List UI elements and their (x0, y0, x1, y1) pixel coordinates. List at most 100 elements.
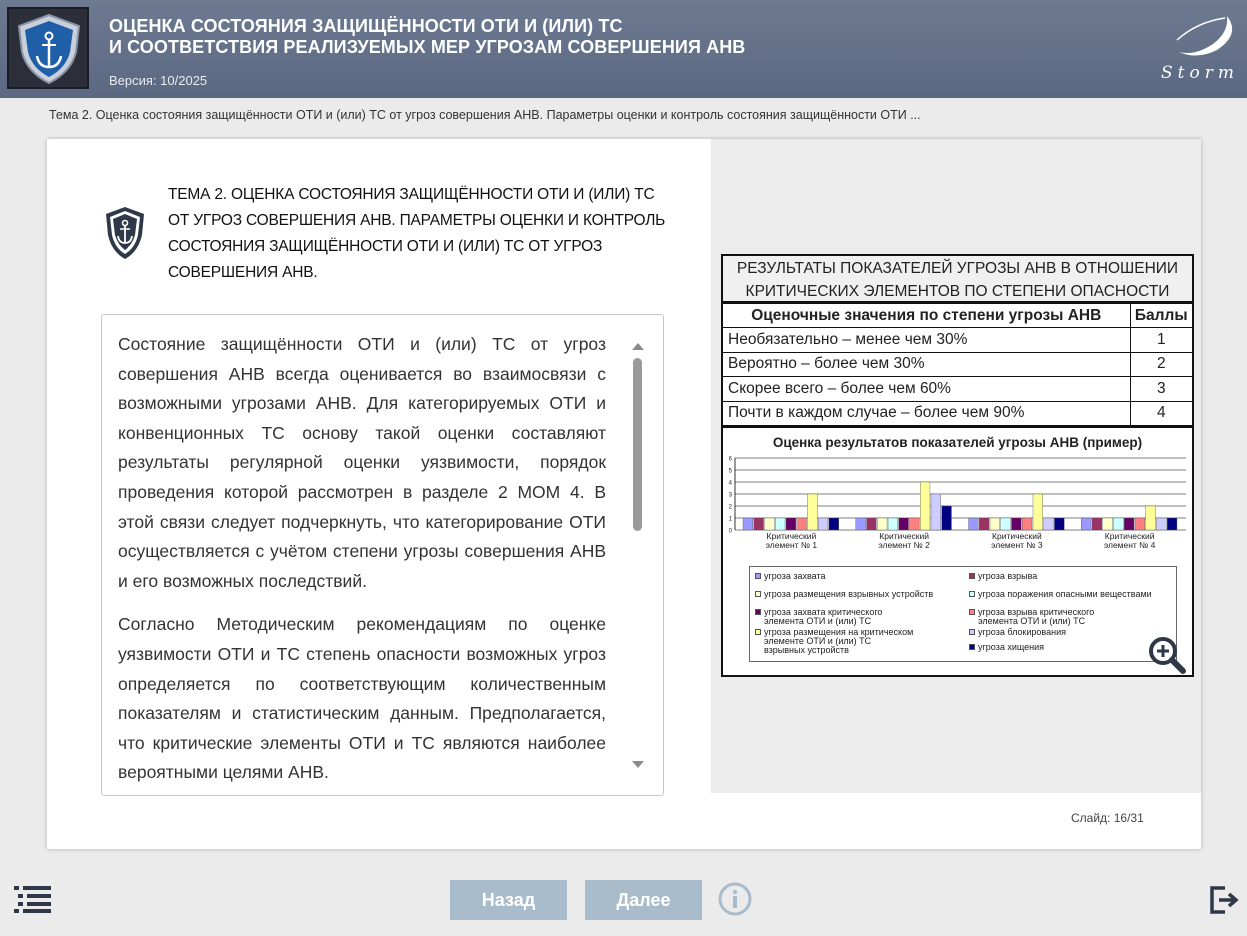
bar (796, 517, 807, 531)
legend-swatch (755, 628, 761, 635)
anchor-shield-icon (17, 13, 81, 85)
legend-swatch (755, 608, 761, 615)
course-title-line1: ОЦЕНКА СОСТОЯНИЯ ЗАЩИЩЁННОСТИ ОТИ И (ИЛИ… (109, 16, 623, 36)
bar (742, 517, 753, 531)
legend-label: угроза поражения опасными веществами (978, 588, 1152, 599)
bar (1043, 517, 1054, 531)
bar (941, 505, 952, 531)
bar (930, 493, 941, 531)
legend-swatch (969, 572, 975, 579)
bar (1134, 517, 1145, 531)
results-title: РЕЗУЛЬТАТЫ ПОКАЗАТЕЛЕЙ УГРОЗЫ АНВ В ОТНО… (723, 256, 1192, 303)
bar (989, 517, 1000, 531)
bar (1156, 517, 1167, 531)
legend-label: угроза размещения на критическом элемент… (764, 626, 914, 655)
bar (1124, 517, 1135, 531)
logo (7, 7, 89, 89)
bar (1081, 517, 1092, 531)
bar-chart: 0123456Критическийэлемент № 1Критический… (729, 456, 1186, 550)
legend-swatch (969, 628, 975, 635)
bar (764, 517, 775, 531)
paragraph-1: Состояние защищённости ОТИ и (или) ТС от… (118, 334, 606, 591)
bar (807, 493, 818, 531)
legend-swatch (969, 590, 975, 597)
scroll-down-arrow[interactable] (632, 761, 644, 768)
legend-label: угроза хищения (978, 641, 1045, 652)
menu-list-icon[interactable] (14, 885, 52, 913)
next-button[interactable]: Далее (585, 880, 702, 920)
bar (920, 481, 931, 531)
bar (828, 517, 839, 531)
topic-title: ТЕМА 2. ОЦЕНКА СОСТОЯНИЯ ЗАЩИЩЁННОСТИ ОТ… (168, 186, 666, 281)
table-row: Необязательно – менее чем 30% 1 (723, 327, 1192, 353)
y-tick-label: 6 (729, 456, 733, 462)
slide-counter-label: Слайд: (1071, 811, 1111, 825)
bar (775, 517, 786, 531)
exit-icon[interactable] (1209, 885, 1239, 915)
bar (1054, 517, 1065, 531)
table-cell: 3 (1130, 376, 1192, 402)
table-cell: Необязательно – менее чем 30% (723, 327, 1131, 353)
table-row: Вероятно – более чем 30% 2 (723, 351, 1192, 378)
legend-label: угроза размещения взрывных устройств (764, 588, 934, 599)
table-header-row: Оценочные значения по степени угрозы АНВ… (723, 302, 1192, 329)
bar (979, 517, 990, 531)
bar (887, 517, 898, 531)
course-title-line2: И СООТВЕТСТВИЯ РЕАЛИЗУЕМЫХ МЕР УГРОЗАМ С… (109, 37, 746, 57)
y-tick-label: 1 (729, 516, 733, 522)
scrollbar-thumb[interactable] (633, 358, 642, 531)
table-cell: Скорее всего – более чем 60% (723, 376, 1131, 402)
bar (1102, 517, 1113, 531)
table-cell: Почти в каждом случае – более чем 90% (723, 400, 1131, 426)
chart-legend: угроза захвата угроза взрыва угроза размещ… (749, 565, 1177, 662)
y-tick-label: 2 (729, 504, 733, 510)
zoom-in-icon[interactable] (1147, 635, 1187, 675)
legend-swatch (755, 572, 761, 579)
table-row: Скорее всего – более чем 60% 3 (723, 376, 1192, 402)
brand-logo: Storm (1161, 16, 1237, 83)
scores-table: Оценочные значения по степени угрозы АНВ… (723, 302, 1192, 426)
x-tick-label: элемент № 2 (878, 540, 930, 550)
version-label: Версия: 10/2025 (109, 73, 208, 88)
legend-label: угроза блокирования (978, 626, 1066, 637)
legend-swatch (969, 643, 975, 650)
bar (785, 517, 796, 531)
svg-text:Storm: Storm (1161, 63, 1237, 83)
slide-counter: Слайд: 16/31 (1071, 811, 1144, 825)
chart-area: Оценка результатов показателей угрозы АН… (723, 425, 1192, 678)
legend-label: угроза взрыва (978, 570, 1038, 581)
table-cell: 1 (1130, 327, 1192, 353)
bar (866, 517, 877, 531)
legend-swatch (755, 590, 761, 597)
bar (898, 517, 909, 531)
body-text: Состояние защищённости ОТИ и (или) ТС от… (118, 330, 606, 795)
legend-label: угроза захвата критического элемента ОТИ… (764, 606, 883, 626)
table-row: Почти в каждом случае – более чем 90% 4 (723, 400, 1192, 426)
breadcrumb: Тема 2. Оценка состояния защищённости ОТ… (49, 108, 921, 122)
x-tick-label: элемент № 4 (1104, 540, 1156, 550)
table-cell: Вероятно – более чем 30% (723, 351, 1131, 378)
y-tick-label: 3 (729, 492, 733, 498)
info-icon[interactable] (718, 882, 752, 916)
shield-anchor-icon (106, 207, 144, 259)
back-button[interactable]: Назад (450, 880, 567, 920)
header: ОЦЕНКА СОСТОЯНИЯ ЗАЩИЩЁННОСТИ ОТИ И (ИЛИ… (0, 0, 1247, 98)
table-header-cell: Оценочные значения по степени угрозы АНВ (723, 302, 1131, 329)
bar (1091, 517, 1102, 531)
bar (877, 517, 888, 531)
bar (1000, 517, 1011, 531)
y-tick-label: 4 (729, 480, 733, 486)
bar (909, 517, 920, 531)
y-tick-label: 0 (729, 528, 733, 534)
table-cell: 4 (1130, 400, 1192, 426)
text-scroll-area[interactable]: Состояние защищённости ОТИ и (или) ТС от… (101, 314, 664, 796)
bar (753, 517, 764, 531)
table-header-cell: Баллы (1130, 302, 1192, 329)
scroll-up-arrow[interactable] (632, 343, 644, 350)
legend-label: угроза захвата (764, 570, 826, 581)
bar (1022, 517, 1033, 531)
legend-label: угроза взрыва критического элемента ОТИ … (978, 606, 1095, 626)
table-cell: 2 (1130, 351, 1192, 378)
bar (855, 517, 866, 531)
paragraph-2: Согласно Методическим рекомендациям по о… (118, 614, 606, 783)
